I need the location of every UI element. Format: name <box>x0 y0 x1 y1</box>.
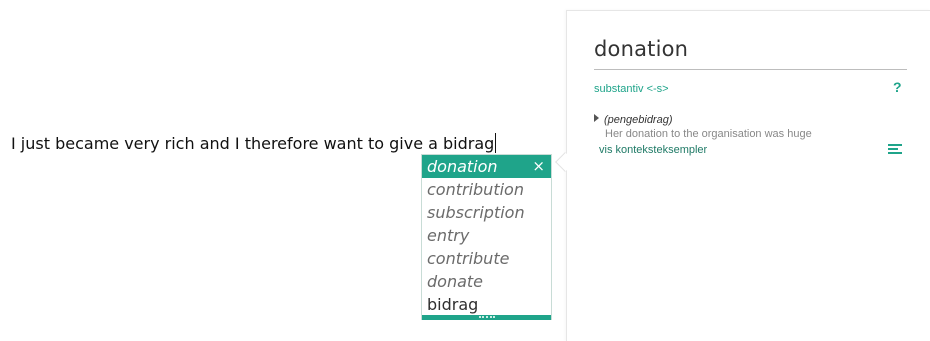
text-caret <box>495 133 497 153</box>
suggestion-item-contribute[interactable]: contribute <box>422 247 551 270</box>
suggestion-label: contribute <box>427 249 510 268</box>
sense-entry: (pengebidrag) Her donation to the organi… <box>594 110 894 141</box>
grip-dots-icon <box>478 316 495 318</box>
close-icon[interactable]: × <box>532 155 545 178</box>
dictionary-headword: donation <box>594 37 689 61</box>
suggestion-label: entry <box>427 226 470 245</box>
suggestion-item-donation[interactable]: donation × <box>422 155 551 178</box>
expand-triangle-icon[interactable] <box>594 114 599 122</box>
suggestion-item-subscription[interactable]: subscription <box>422 201 551 224</box>
suggestion-label: subscription <box>427 203 525 222</box>
document-text[interactable]: I just became very rich and I therefore … <box>11 133 497 155</box>
original-word-label: bidrag <box>427 295 479 314</box>
suggestion-label: donation <box>427 157 498 176</box>
suggestion-label: donate <box>427 272 484 291</box>
suggestion-item-donate[interactable]: donate <box>422 270 551 293</box>
document-text-content: I just became very rich and I therefore … <box>11 134 495 153</box>
sense-label: (pengebidrag) <box>604 114 673 126</box>
help-icon[interactable]: ? <box>893 79 902 95</box>
suggestion-item-original-word[interactable]: bidrag <box>422 293 551 316</box>
suggestion-item-entry[interactable]: entry <box>422 224 551 247</box>
show-context-examples-link[interactable]: vis konteksteksempler <box>599 144 707 156</box>
headword-divider <box>594 69 907 70</box>
sense-example: Her donation to the organisation was hug… <box>605 128 812 140</box>
dropdown-resize-handle[interactable] <box>422 315 551 320</box>
dictionary-panel: donation substantiv <-s> ? (pengebidrag)… <box>566 10 930 341</box>
part-of-speech: substantiv <-s> <box>594 83 669 95</box>
suggestion-item-contribution[interactable]: contribution <box>422 178 551 201</box>
list-lines-icon[interactable] <box>888 144 902 155</box>
suggestion-label: contribution <box>427 180 524 199</box>
suggestion-dropdown: donation × contribution subscription ent… <box>421 154 552 320</box>
